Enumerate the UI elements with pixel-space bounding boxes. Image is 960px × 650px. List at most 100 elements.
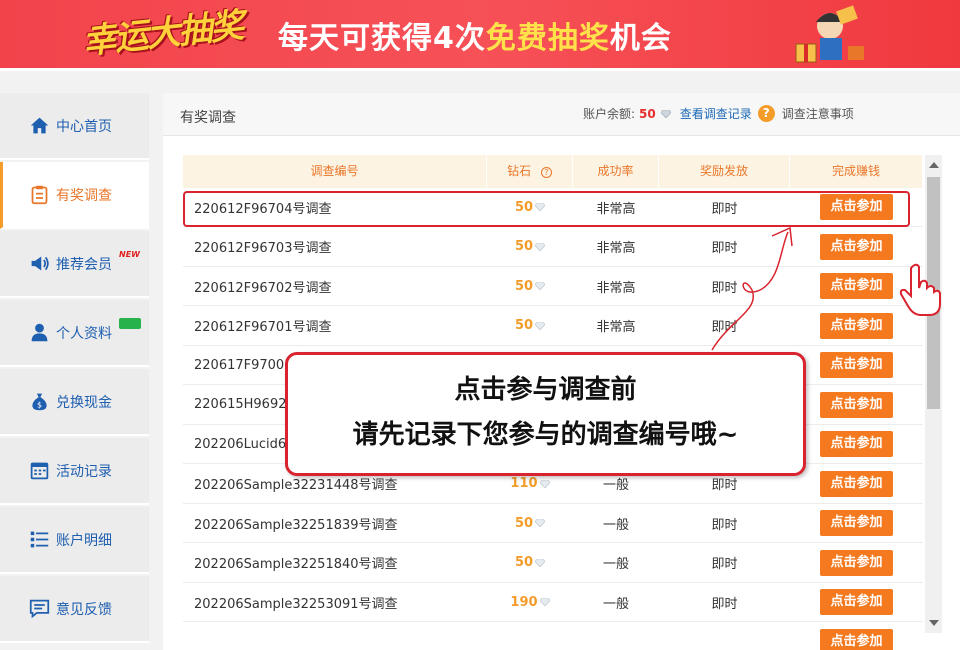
survey-notes-link[interactable]: 调查注意事项 bbox=[782, 105, 854, 122]
sidebar-item-activity[interactable]: 活动记录 bbox=[0, 438, 149, 505]
svg-text:$: $ bbox=[37, 401, 42, 410]
promo-banner[interactable]: 幸运大抽奖 每天可获得4次免费抽奖机会 bbox=[0, 0, 960, 68]
pointer-hand-icon bbox=[899, 263, 941, 316]
action-cell: 点击参加 bbox=[790, 628, 923, 650]
user-icon bbox=[31, 323, 48, 342]
action-cell: 点击参加 bbox=[790, 233, 923, 260]
account-balance: 账户余额: 50 查看调查记录 ? 调查注意事项 bbox=[583, 105, 854, 122]
success-rate: 一般 bbox=[602, 557, 629, 572]
join-survey-button[interactable]: 点击参加 bbox=[820, 470, 893, 497]
sidebar-item-profile[interactable]: 个人资料 bbox=[0, 300, 149, 367]
banner-text-post: 机会 bbox=[609, 21, 672, 56]
payout-timing: 即时 bbox=[711, 478, 738, 493]
action-cell: 点击参加 bbox=[790, 510, 923, 536]
sidebar-item-account[interactable]: 账户明细 bbox=[0, 507, 149, 574]
diamond-icon bbox=[535, 321, 546, 330]
balance-value: 50 bbox=[639, 106, 656, 121]
join-survey-button[interactable]: 点击参加 bbox=[820, 628, 893, 650]
edit-badge-icon bbox=[119, 318, 141, 329]
action-cell: 点击参加 bbox=[790, 391, 923, 418]
diamond-value: 50 bbox=[514, 555, 534, 570]
diamond-icon bbox=[535, 282, 546, 290]
sidebar-nav: 中心首页 有奖调查 推荐会员 NEW 个人资料 $ 兑换现金 活动记录 账户明细… bbox=[0, 93, 149, 650]
diamond-value: 190 bbox=[510, 594, 538, 610]
diamond-icon bbox=[535, 558, 546, 567]
success-rate: 一般 bbox=[602, 596, 629, 612]
join-survey-button[interactable]: 点击参加 bbox=[820, 549, 893, 576]
lucky-draw-logo: 幸运大抽奖 bbox=[80, 5, 245, 63]
sidebar-item-surveys[interactable]: 有奖调查 bbox=[0, 162, 149, 229]
action-cell: 点击参加 bbox=[790, 589, 923, 615]
calendar-icon bbox=[30, 462, 49, 480]
banner-text-highlight: 免费抽奖 bbox=[485, 21, 610, 56]
scroll-down-icon[interactable] bbox=[929, 620, 939, 626]
money-bag-icon: $ bbox=[32, 393, 47, 411]
callout-line2: 请先记录下您参与的调查编号哦~ bbox=[352, 420, 739, 450]
table-row: 220612F96701号调查 50 非常高 即时 点击参加 bbox=[183, 307, 923, 346]
join-survey-button[interactable]: 点击参加 bbox=[820, 510, 893, 536]
new-badge: NEW bbox=[119, 250, 140, 259]
table-header: 调查编号 钻石 ? 成功率 奖励发放 完成赚钱 bbox=[183, 155, 923, 188]
table-row: 220612F96703号调查 50 非常高 即时 点击参加 bbox=[183, 228, 923, 267]
banner-slogan: 每天可获得4次免费抽奖机会 bbox=[278, 13, 672, 57]
diamond-value: 50 bbox=[514, 515, 534, 531]
balance-label: 账户余额: bbox=[583, 107, 636, 121]
survey-id: 202206Sample32251840号调查 bbox=[194, 557, 398, 572]
table-row: 点击参加 bbox=[183, 623, 923, 650]
highlight-first-row bbox=[183, 191, 910, 227]
join-survey-button[interactable]: 点击参加 bbox=[820, 589, 893, 615]
table-row: 220612F96702号调查 50 非常高 即时 点击参加 bbox=[183, 267, 923, 306]
join-survey-button[interactable]: 点击参加 bbox=[820, 233, 893, 260]
payout-timing: 即时 bbox=[711, 596, 738, 612]
diamond-reward: 50 bbox=[487, 239, 573, 254]
join-survey-button[interactable]: 点击参加 bbox=[820, 431, 893, 457]
megaphone-icon bbox=[31, 256, 49, 271]
sidebar-item-referral[interactable]: 推荐会员 NEW bbox=[0, 231, 149, 298]
diamond-icon bbox=[535, 242, 546, 251]
table-scrollbar[interactable] bbox=[925, 155, 942, 633]
banner-divider bbox=[0, 68, 960, 71]
join-survey-button[interactable]: 点击参加 bbox=[820, 273, 893, 299]
sidebar-item-home[interactable]: 中心首页 bbox=[0, 93, 149, 160]
success-rate: 非常高 bbox=[596, 280, 636, 296]
payout-timing: 即时 bbox=[711, 280, 738, 296]
action-cell: 点击参加 bbox=[790, 431, 923, 457]
instruction-callout: 点击参与调查前 请先记录下您参与的调查编号哦~ bbox=[285, 352, 806, 476]
help-icon[interactable]: ? bbox=[757, 105, 775, 122]
payout-timing: 即时 bbox=[711, 241, 738, 256]
sidebar-item-label: 推荐会员 bbox=[56, 256, 112, 273]
success-rate: 一般 bbox=[602, 517, 629, 533]
col-success-rate: 成功率 bbox=[573, 155, 659, 188]
mascot-gift-icon bbox=[795, 5, 864, 63]
diamond-value: 110 bbox=[510, 476, 538, 491]
sidebar-item-feedback[interactable]: 意见反馈 bbox=[0, 576, 149, 643]
diamond-reward: 50 bbox=[487, 555, 573, 570]
sidebar-item-label: 意见反馈 bbox=[56, 601, 112, 618]
info-icon[interactable]: ? bbox=[540, 167, 552, 178]
sidebar-item-label: 个人资料 bbox=[56, 325, 112, 342]
list-icon bbox=[30, 531, 49, 548]
col-diamonds: 钻石 ? bbox=[487, 155, 573, 188]
survey-id: 220612F96701号调查 bbox=[194, 320, 332, 335]
success-rate: 非常高 bbox=[596, 320, 636, 335]
clipboard-icon bbox=[31, 185, 48, 205]
join-survey-button[interactable]: 点击参加 bbox=[820, 391, 893, 418]
sidebar-item-cash-out[interactable]: $ 兑换现金 bbox=[0, 369, 149, 436]
diamond-value: 50 bbox=[514, 278, 534, 294]
diamond-reward: 50 bbox=[487, 318, 573, 333]
action-cell: 点击参加 bbox=[790, 549, 923, 576]
callout-line1: 点击参与调查前 bbox=[454, 375, 637, 405]
scroll-up-icon[interactable] bbox=[929, 162, 939, 168]
join-survey-button[interactable]: 点击参加 bbox=[820, 352, 893, 378]
survey-records-link[interactable]: 查看调查记录 bbox=[680, 105, 752, 122]
sidebar-item-label: 账户明细 bbox=[56, 532, 112, 549]
join-survey-button[interactable]: 点击参加 bbox=[820, 312, 893, 339]
diamond-reward: 50 bbox=[487, 516, 573, 531]
action-cell: 点击参加 bbox=[790, 352, 923, 378]
success-rate: 一般 bbox=[602, 478, 629, 493]
survey-id: 202206Sample32251839号调查 bbox=[194, 517, 398, 533]
sidebar-item-label: 兑换现金 bbox=[56, 394, 112, 411]
sidebar-item-label: 活动记录 bbox=[56, 463, 112, 480]
table-row: 202206Sample32251840号调查 50 一般 即时 点击参加 bbox=[183, 544, 923, 583]
col-diamonds-label: 钻石 bbox=[507, 164, 532, 178]
